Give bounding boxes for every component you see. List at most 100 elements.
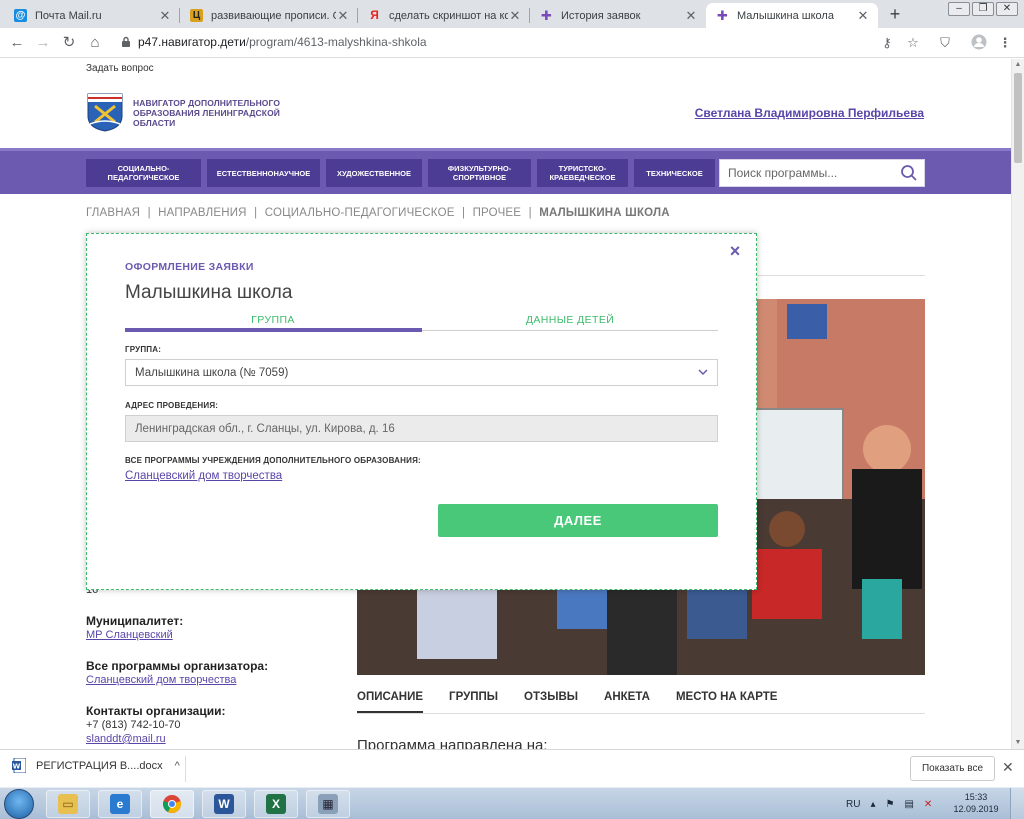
step-tab-children-data[interactable]: ДАННЫЕ ДЕТЕЙ	[422, 314, 718, 326]
close-window-icon[interactable]: ✕	[996, 2, 1018, 16]
category-tourism[interactable]: ТУРИСТСКО-КРАЕВЕДЧЕСКОЕ	[537, 159, 628, 187]
close-tab-icon[interactable]: ✕	[508, 8, 522, 24]
reload-icon[interactable]: ↻	[60, 34, 78, 52]
tray-expand-icon[interactable]: ▴	[870, 799, 875, 810]
address-bar[interactable]: p47.навигатор.дети/program/4613-malyshki…	[138, 35, 427, 49]
close-tab-icon[interactable]: ✕	[856, 8, 870, 24]
folder-icon: ▭	[58, 794, 78, 814]
tab-description[interactable]: ОПИСАНИЕ	[357, 691, 424, 713]
forward-icon[interactable]: →	[34, 34, 52, 52]
volume-muted-icon[interactable]: ✕	[924, 799, 932, 810]
network-icon[interactable]: ▤	[904, 799, 913, 810]
start-button-icon[interactable]	[4, 789, 34, 819]
home-icon[interactable]: ⌂	[86, 34, 104, 52]
clock-date: 12.09.2019	[953, 804, 999, 814]
internet-explorer-icon: e	[110, 794, 130, 814]
municipality-link[interactable]: МР Сланцевский	[86, 629, 173, 641]
minimize-icon[interactable]: –	[948, 2, 970, 16]
scroll-down-icon[interactable]: ▼	[1012, 737, 1024, 749]
browser-tab-strip: @ Почта Mail.ru ✕ Ц развивающие прописи.…	[0, 0, 1024, 28]
program-tabs: ОПИСАНИЕ ГРУППЫ ОТЗЫВЫ АНКЕТА МЕСТО НА К…	[357, 691, 803, 713]
close-downloads-icon[interactable]: ✕	[1002, 759, 1014, 776]
modal-title: Малышкина школа	[125, 282, 293, 303]
word-taskbar-button[interactable]: W	[202, 790, 246, 818]
institution-link[interactable]: Сланцевский дом творчества	[125, 470, 282, 482]
chrome-taskbar-button[interactable]	[150, 790, 194, 818]
category-art[interactable]: ХУДОЖЕСТВЕННОЕ	[326, 159, 422, 187]
category-social-pedagogical[interactable]: СОЦИАЛЬНО-ПЕДАГОГИЧЕСКОЕ	[86, 159, 201, 187]
show-all-downloads-button[interactable]: Показать все	[910, 756, 995, 781]
category-natural-science[interactable]: ЕСТЕСТВЕННОНАУЧНОЕ	[207, 159, 320, 187]
scroll-up-icon[interactable]: ▲	[1012, 59, 1024, 71]
close-tab-icon[interactable]: ✕	[158, 8, 172, 24]
browser-tab-history[interactable]: ✚ История заявок ✕	[530, 3, 706, 28]
navigator-favicon-icon: ✚	[717, 8, 728, 23]
new-tab-button[interactable]: +	[882, 3, 908, 25]
ie-taskbar-button[interactable]: e	[98, 790, 142, 818]
chrome-icon	[163, 795, 181, 813]
search-input[interactable]	[720, 160, 896, 186]
bookmark-star-icon[interactable]: ☆	[904, 34, 922, 52]
key-icon[interactable]: ⚷	[878, 34, 896, 52]
contact-email-link[interactable]: slanddt@mail.ru	[86, 733, 166, 745]
site-logo-text[interactable]: НАВИГАТОР ДОПОЛНИТЕЛЬНОГО ОБРАЗОВАНИЯ ЛЕ…	[133, 98, 303, 128]
breadcrumb-current: МАЛЫШКИНА ШКОЛА	[539, 207, 670, 219]
restore-icon[interactable]: ❐	[972, 2, 994, 16]
breadcrumb-directions[interactable]: НАПРАВЛЕНИЯ	[158, 207, 247, 219]
search-icon[interactable]	[900, 164, 918, 182]
close-tab-icon[interactable]: ✕	[684, 8, 698, 24]
category-navigation: СОЦИАЛЬНО-ПЕДАГОГИЧЕСКОЕ ЕСТЕСТВЕННОНАУЧ…	[0, 148, 1011, 194]
breadcrumb-other[interactable]: ПРОЧЕЕ	[473, 207, 522, 219]
tabs-divider	[357, 713, 925, 714]
address-field: Ленинградская обл., г. Сланцы, ул. Киров…	[125, 415, 718, 442]
modal-kicker: ОФОРМЛЕНИЕ ЗАЯВКИ	[125, 261, 254, 273]
clock[interactable]: 15:33 12.09.2019	[952, 791, 1000, 815]
calculator-taskbar-button[interactable]: ▦	[306, 790, 350, 818]
browser-tab-yandex[interactable]: Я сделать скриншот на компь ✕	[358, 3, 530, 28]
close-tab-icon[interactable]: ✕	[336, 8, 350, 24]
clock-time: 15:33	[964, 792, 988, 802]
ask-question-link[interactable]: Задать вопрос	[86, 63, 154, 74]
tab-survey[interactable]: АНКЕТА	[604, 691, 650, 713]
tab-map-location[interactable]: МЕСТО НА КАРТЕ	[676, 691, 778, 713]
category-technical[interactable]: ТЕХНИЧЕСКОЕ	[634, 159, 715, 187]
breadcrumb-social-pedagogical[interactable]: СОЦИАЛЬНО-ПЕДАГОГИЧЕСКОЕ	[265, 207, 455, 219]
profile-avatar-icon[interactable]	[970, 34, 988, 52]
header-divider	[758, 275, 925, 276]
breadcrumb-home[interactable]: ГЛАВНАЯ	[86, 207, 140, 219]
browser-menu-icon[interactable]: ⋮	[996, 34, 1014, 52]
yandex-favicon-icon: Я	[370, 8, 379, 22]
browser-tab-mail[interactable]: @ Почта Mail.ru ✕	[4, 3, 180, 28]
download-item[interactable]: W РЕГИСТРАЦИЯ В....docx ^	[12, 758, 180, 773]
show-desktop-button[interactable]	[1010, 788, 1024, 819]
excel-taskbar-button[interactable]: X	[254, 790, 298, 818]
browser-tab-malyshkina[interactable]: ✚ Малышкина школа ✕	[706, 3, 878, 28]
back-icon[interactable]: ←	[8, 34, 26, 52]
shield-extension-icon[interactable]: ⛉	[936, 34, 954, 52]
scrollbar-thumb[interactable]	[1014, 73, 1022, 163]
chevron-up-icon[interactable]: ^	[175, 760, 180, 772]
organizer-link[interactable]: Сланцевский дом творчества	[86, 674, 236, 686]
tab-title: Малышкина школа	[737, 9, 834, 22]
municipality-label: Муниципалитет:	[86, 614, 184, 628]
steps-active-indicator	[125, 328, 422, 332]
tab-title: сделать скриншот на компь	[389, 9, 508, 22]
tab-title: История заявок	[561, 9, 641, 22]
page-scrollbar[interactable]: ▲ ▼	[1011, 59, 1024, 749]
browser-tab-propisi[interactable]: Ц развивающие прописи. Обо ✕	[180, 3, 358, 28]
flag-icon[interactable]: ⚑	[885, 799, 894, 810]
user-profile-link[interactable]: Светлана Владимировна Перфильева	[695, 106, 924, 120]
url-host: p47.навигатор.дети	[138, 35, 246, 49]
contact-phone: +7 (813) 742-10-70	[86, 719, 181, 731]
explorer-taskbar-button[interactable]: ▭	[46, 790, 90, 818]
next-button[interactable]: ДАЛЕЕ	[438, 504, 718, 537]
close-icon[interactable]: ×	[728, 242, 742, 260]
tab-groups[interactable]: ГРУППЫ	[449, 691, 498, 713]
step-tab-group[interactable]: ГРУППА	[125, 314, 421, 326]
group-select[interactable]: Малышкина школа (№ 7059)	[125, 359, 718, 386]
calculator-icon: ▦	[318, 794, 338, 814]
tab-title: развивающие прописи. Обо	[211, 9, 336, 22]
category-sports[interactable]: ФИЗКУЛЬТУРНО-СПОРТИВНОЕ	[428, 159, 531, 187]
tab-reviews[interactable]: ОТЗЫВЫ	[524, 691, 578, 713]
language-indicator[interactable]: RU	[846, 799, 860, 810]
